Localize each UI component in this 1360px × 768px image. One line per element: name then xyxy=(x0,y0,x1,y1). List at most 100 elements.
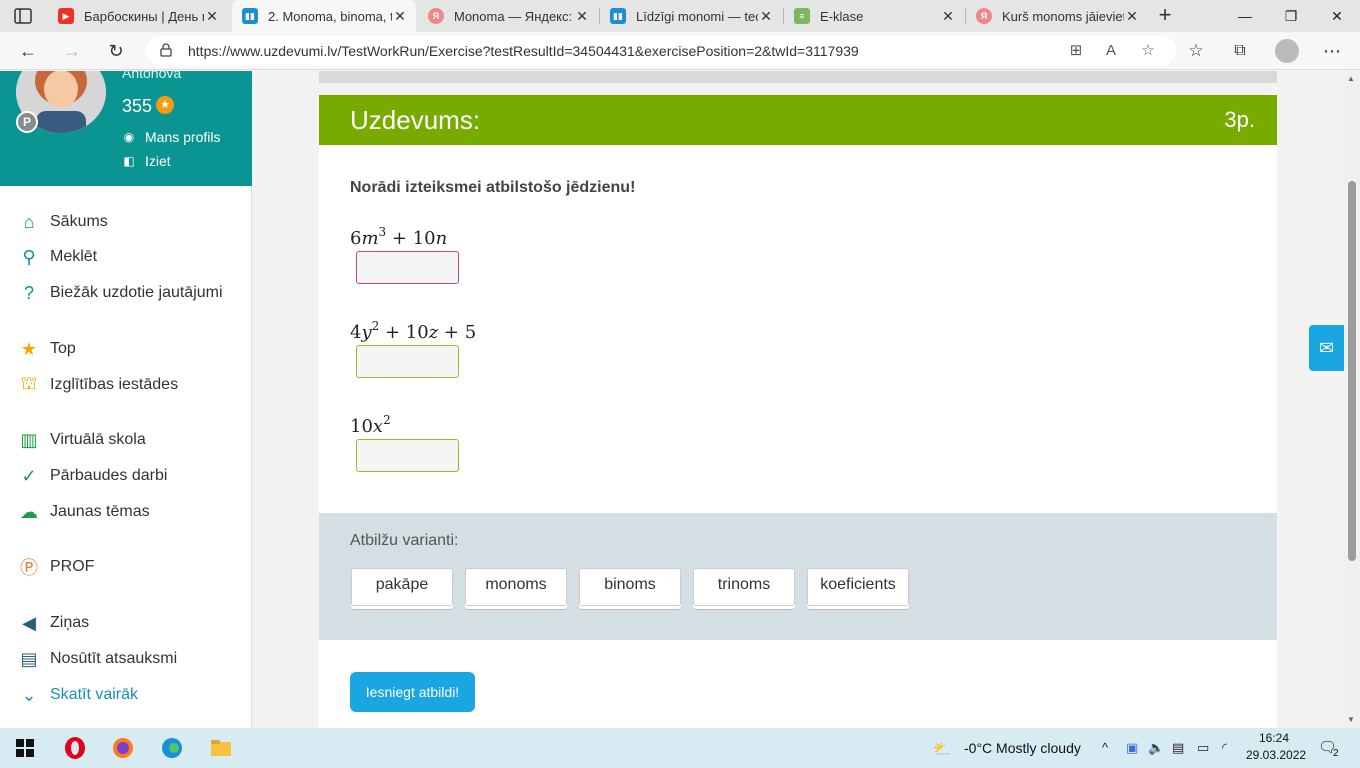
settings-menu-icon[interactable]: ⋯ xyxy=(1318,37,1346,65)
collections-icon[interactable]: ⧉ xyxy=(1226,37,1254,65)
navigation-bar: ← → ↻ https://www.uzdevumi.lv/TestWorkRu… xyxy=(0,32,1360,70)
minimize-button[interactable]: — xyxy=(1222,0,1268,32)
menu-item-institutions[interactable]: ⛫ Izglītības iestādes xyxy=(18,372,178,398)
tab-lidzigi-monomi[interactable]: ▮▮ Līdzīgi monomi — tec ✕ xyxy=(600,0,782,32)
battery-icon[interactable]: ▭ xyxy=(1197,740,1209,756)
address-bar[interactable]: https://www.uzdevumi.lv/TestWorkRun/Exer… xyxy=(146,36,1176,66)
add-favorite-icon[interactable]: ☆ xyxy=(1138,41,1158,61)
tab-yandex-monoma[interactable]: Я Monoma — Яндекс: н ✕ xyxy=(418,0,598,32)
menu-item-top[interactable]: ★ Top xyxy=(18,336,76,362)
scroll-up-icon[interactable]: ▲ xyxy=(1347,74,1355,83)
prof-badge: P xyxy=(16,111,38,133)
wifi-icon[interactable]: ◜ xyxy=(1222,740,1227,756)
meet-icon[interactable]: ▣ xyxy=(1126,740,1138,756)
volume-icon[interactable]: 🔈 xyxy=(1148,740,1164,756)
sidebar: P Antonova 355 ★ ◉ Mans profils ◧ Iziet … xyxy=(0,71,252,728)
new-tab-button[interactable]: + xyxy=(1152,4,1178,28)
forward-button[interactable]: → xyxy=(58,37,86,65)
menu-item-faq[interactable]: ? Biežāk uzdotie jautājumi xyxy=(18,280,223,306)
refresh-button[interactable]: ↻ xyxy=(102,37,130,65)
megaphone-icon: ◀ xyxy=(22,612,36,633)
profile-avatar-icon[interactable] xyxy=(1275,39,1299,63)
option-koeficients[interactable]: koeficients xyxy=(807,568,909,606)
profile-panel: P Antonova 355 ★ ◉ Mans profils ◧ Iziet xyxy=(0,71,252,186)
close-tab-icon[interactable]: ✕ xyxy=(392,8,408,25)
back-button[interactable]: ← xyxy=(14,37,42,65)
exercise-title: Uzdevums: xyxy=(350,105,481,135)
menu-item-virtual-school[interactable]: ▥ Virtuālā skola xyxy=(18,427,145,453)
exercise-area: Uzdevums: 3p. Norādi izteiksmei atbilsto… xyxy=(319,71,1277,728)
page-scrollbar[interactable]: ▲ ▼ xyxy=(1344,71,1360,728)
edge-icon[interactable] xyxy=(159,736,185,760)
institution-icon: ⛫ xyxy=(20,373,38,393)
answer-dropzone-2[interactable] xyxy=(356,345,459,378)
search-icon: ⚲ xyxy=(22,246,36,267)
menu-item-home[interactable]: ⌂ Sākums xyxy=(18,209,108,235)
language-flag-icon[interactable]: ▤ xyxy=(1172,740,1184,756)
close-tab-icon[interactable]: ✕ xyxy=(758,8,774,25)
task-panel: Norādi izteiksmei atbilstošo jēdzienu! 6… xyxy=(319,145,1277,513)
weather-icon[interactable]: ⛅ xyxy=(933,740,952,758)
close-tab-icon[interactable]: ✕ xyxy=(204,8,220,25)
points-count: 355 xyxy=(122,96,153,116)
progress-strip xyxy=(319,71,1277,83)
book-icon: ▥ xyxy=(20,429,38,450)
menu-item-search[interactable]: ⚲ Meklēt xyxy=(18,244,97,270)
option-binoms[interactable]: binoms xyxy=(579,568,681,606)
option-pakape[interactable]: pakāpe xyxy=(351,568,453,606)
web-page: P Antonova 355 ★ ◉ Mans profils ◧ Iziet … xyxy=(0,71,1344,728)
close-window-button[interactable]: ✕ xyxy=(1314,0,1360,32)
close-tab-icon[interactable]: ✕ xyxy=(574,8,590,25)
close-tab-icon[interactable]: ✕ xyxy=(1124,8,1140,25)
menu-item-tests[interactable]: ✓ Pārbaudes darbi xyxy=(18,463,167,489)
star-badge-icon: ★ xyxy=(156,96,174,114)
notification-count: 2 xyxy=(1333,748,1339,759)
submit-answer-button[interactable]: Iesniegt atbildi! xyxy=(350,672,475,712)
app-available-icon[interactable]: ⊞ xyxy=(1066,41,1086,61)
firefox-icon[interactable] xyxy=(110,736,136,760)
uzdevumi-icon: ▮▮ xyxy=(610,8,626,24)
yandex-icon: Я xyxy=(428,8,444,24)
url-text: https://www.uzdevumi.lv/TestWorkRun/Exer… xyxy=(188,43,859,59)
answer-dropzone-3[interactable] xyxy=(356,439,459,472)
favorites-icon[interactable]: ☆ xyxy=(1182,37,1210,65)
exercise-header: Uzdevums: 3p. xyxy=(319,95,1277,145)
option-monoms[interactable]: monoms xyxy=(465,568,567,606)
tab-barboskiny[interactable]: ▶ Барбоскины | День п ✕ xyxy=(48,0,228,32)
clock-time[interactable]: 16:24 xyxy=(1259,731,1289,745)
option-trinoms[interactable]: trinoms xyxy=(693,568,795,606)
mail-icon[interactable]: ✉ xyxy=(1309,325,1344,371)
submit-area: Iesniegt atbildi! xyxy=(319,640,1277,728)
opera-icon[interactable] xyxy=(62,736,88,760)
menu-item-show-more[interactable]: ⌄ Skatīt vairāk xyxy=(18,682,138,708)
expression-1: 6m3 + 10n xyxy=(350,225,448,249)
expression-3: 10x2 xyxy=(350,413,391,437)
menu-item-news[interactable]: ◀ Ziņas xyxy=(18,610,89,636)
menu-item-new-topics[interactable]: ☁ Jaunas tēmas xyxy=(18,499,150,525)
scroll-down-icon[interactable]: ▼ xyxy=(1347,715,1355,724)
tab-eklase[interactable]: ≡ E-klase ✕ xyxy=(784,0,964,32)
close-tab-icon[interactable]: ✕ xyxy=(940,8,956,25)
weather-text[interactable]: -0°C Mostly cloudy xyxy=(964,740,1081,756)
menu-item-prof[interactable]: Ⓟ PROF xyxy=(18,554,94,580)
eklase-icon: ≡ xyxy=(794,8,810,24)
scrollbar-thumb[interactable] xyxy=(1348,181,1356,561)
my-profile-link[interactable]: ◉ Mans profils xyxy=(122,129,221,145)
menu-item-feedback[interactable]: ▤ Nosūtīt atsauksmi xyxy=(18,646,177,672)
youtube-icon: ▶ xyxy=(58,8,74,24)
windows-start-icon[interactable] xyxy=(12,736,38,760)
logout-link[interactable]: ◧ Iziet xyxy=(122,153,170,169)
clock-date[interactable]: 29.03.2022 xyxy=(1246,748,1306,762)
profile-name: Antonova xyxy=(122,71,182,81)
tab-actions-icon[interactable] xyxy=(12,6,34,26)
file-explorer-icon[interactable] xyxy=(208,736,234,760)
logout-icon: ◧ xyxy=(123,154,135,168)
chevron-down-icon: ⌄ xyxy=(21,684,37,705)
tab-kurs-monoms[interactable]: Я Kurš monoms jāieviet ✕ xyxy=(966,0,1148,32)
answer-options-panel: Atbilžu varianti: pakāpe monoms binoms t… xyxy=(319,513,1277,640)
tray-chevron-icon[interactable]: ^ xyxy=(1102,740,1108,755)
restore-button[interactable]: ❐ xyxy=(1268,0,1314,32)
tab-monoma-active[interactable]: ▮▮ 2. Monoma, binoma, t ✕ xyxy=(232,0,416,32)
read-aloud-icon[interactable]: A xyxy=(1101,41,1121,61)
answer-dropzone-1[interactable] xyxy=(356,251,459,284)
